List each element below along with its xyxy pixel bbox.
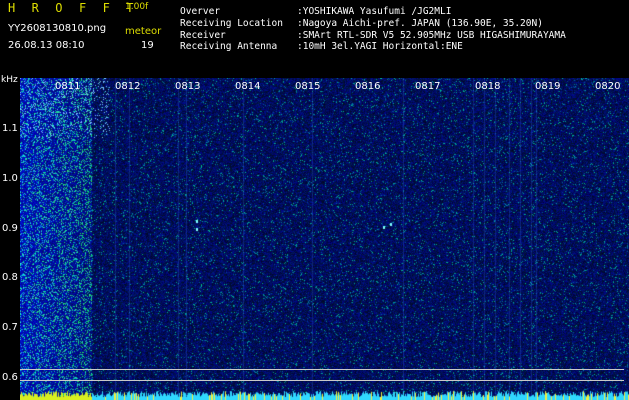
receiver-value: :SMArt RTL-SDR V5 52.905MHz USB HIGASHIM… — [297, 30, 566, 41]
x-tick-label: 0818 — [475, 81, 501, 92]
meteor-count: 19 — [141, 40, 154, 51]
y-axis-unit: kHz — [1, 75, 18, 85]
reference-line — [20, 380, 624, 381]
y-tick-label: 0.8 — [2, 272, 18, 283]
x-tick-label: 0814 — [235, 81, 261, 92]
x-tick-label: 0811 — [55, 81, 81, 92]
antenna-value: :10mH 3el.YAGI Horizontal:ENE — [297, 41, 463, 52]
x-tick-label: 0820 — [595, 81, 621, 92]
timestamp: 26.08.13 08:10 — [8, 40, 85, 51]
y-tick-label: 0.7 — [2, 322, 18, 333]
app-version: 1.00f — [125, 2, 149, 12]
file-name: YY2608130810.png — [8, 23, 107, 34]
meteor-label: meteor — [125, 26, 162, 37]
x-tick-label: 0817 — [415, 81, 441, 92]
y-tick-label: 1.0 — [2, 173, 18, 184]
x-tick-label: 0813 — [175, 81, 201, 92]
x-tick-label: 0812 — [115, 81, 141, 92]
antenna-label: Receiving Antenna — [180, 41, 278, 52]
observer-value: :YOSHIKAWA Yasufumi /JG2MLI — [297, 6, 452, 17]
observer-label: Overver — [180, 6, 221, 17]
y-tick-label: 0.6 — [2, 372, 18, 383]
hrofft-window: H R O F F T 1.00f YY2608130810.png meteo… — [0, 0, 629, 400]
x-tick-label: 0815 — [295, 81, 321, 92]
x-tick-label: 0819 — [535, 81, 561, 92]
y-tick-label: 0.9 — [2, 223, 18, 234]
y-tick-label: 1.1 — [2, 123, 18, 134]
receiver-label: Receiver — [180, 30, 226, 41]
reference-line — [20, 369, 624, 370]
waterfall-spectrogram — [20, 78, 629, 400]
x-tick-label: 0816 — [355, 81, 381, 92]
app-name: H R O F F T — [8, 1, 139, 15]
location-label: Receiving Location — [180, 18, 283, 29]
location-value: :Nagoya Aichi-pref. JAPAN (136.90E, 35.2… — [297, 18, 543, 29]
